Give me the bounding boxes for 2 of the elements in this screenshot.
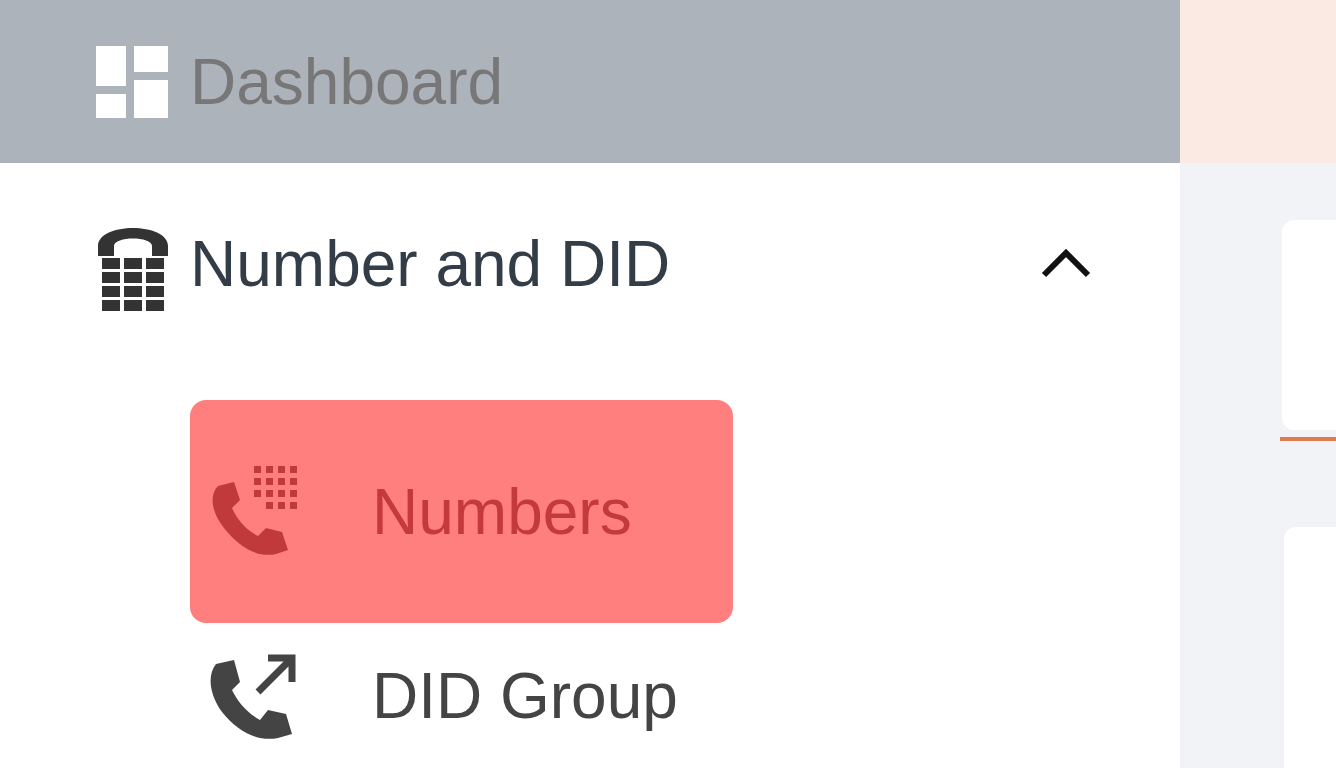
menu-group[interactable]: Number and DID	[0, 163, 1180, 365]
submenu-item[interactable]: DID Group	[190, 623, 733, 768]
